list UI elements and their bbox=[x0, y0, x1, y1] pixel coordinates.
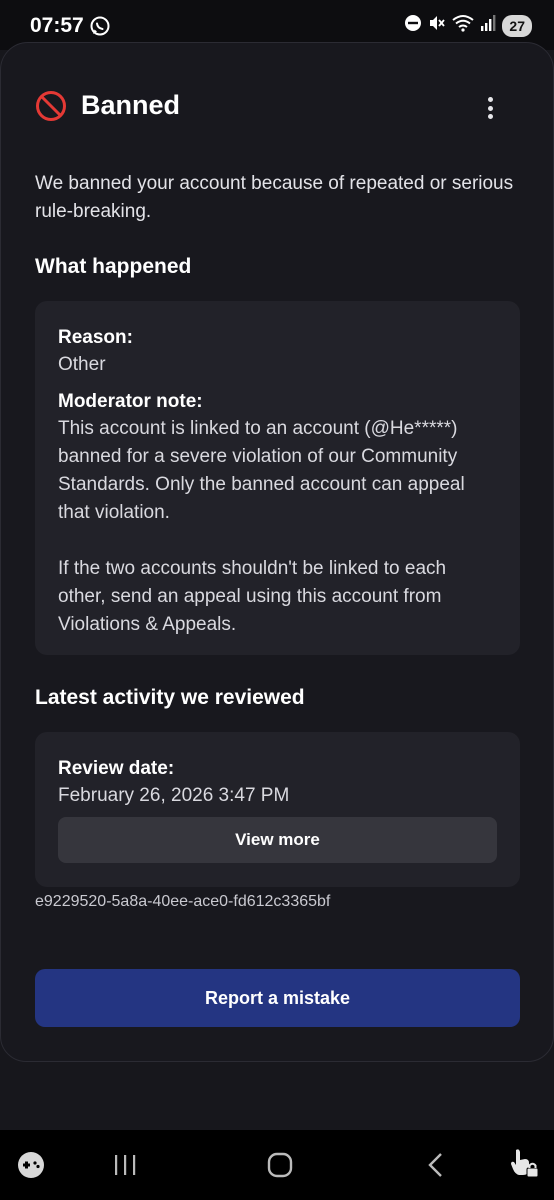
latest-activity-heading: Latest activity we reviewed bbox=[35, 686, 305, 709]
view-more-button[interactable]: View more bbox=[58, 817, 497, 863]
page-title: Banned bbox=[81, 90, 181, 120]
mute-icon bbox=[428, 14, 446, 37]
more-options-button[interactable] bbox=[478, 94, 502, 122]
what-happened-heading: What happened bbox=[35, 255, 192, 278]
wifi-icon bbox=[452, 14, 475, 37]
reason-value: Other bbox=[58, 354, 106, 375]
more-vertical-icon bbox=[487, 97, 493, 102]
review-date-value: February 26, 2026 3:47 PM bbox=[58, 785, 290, 806]
battery-level: 27 bbox=[502, 14, 532, 37]
status-time: 07:57 bbox=[30, 14, 84, 37]
moderator-note-appeal-text: If the two accounts shouldn't be linked … bbox=[58, 558, 447, 635]
navigation-bar bbox=[0, 1130, 554, 1200]
review-date-label: Review date: bbox=[58, 758, 175, 779]
touch-lock-icon[interactable] bbox=[508, 1146, 540, 1185]
ban-icon bbox=[35, 90, 67, 127]
moderator-note-text: This account is linked to an account (@H… bbox=[58, 418, 465, 523]
reference-id: e9229520-5a8a-40ee-ace0-fd612c3365bf bbox=[35, 893, 331, 910]
whatsapp-icon bbox=[89, 15, 111, 42]
status-icons: 27 bbox=[404, 14, 532, 37]
intro-text: We banned your account because of repeat… bbox=[35, 173, 514, 222]
moderator-note-label: Moderator note: bbox=[58, 391, 203, 412]
reason-label: Reason: bbox=[58, 327, 133, 348]
what-happened-card: Reason: Other Moderator note: This accou… bbox=[35, 301, 520, 655]
home-icon[interactable] bbox=[266, 1151, 294, 1184]
signal-icon bbox=[480, 14, 496, 37]
recents-icon[interactable] bbox=[112, 1152, 138, 1183]
game-launcher-icon[interactable] bbox=[16, 1150, 46, 1185]
do-not-disturb-icon bbox=[404, 14, 422, 37]
report-mistake-button[interactable]: Report a mistake bbox=[35, 969, 520, 1027]
latest-activity-card: Review date: February 26, 2026 3:47 PM V… bbox=[35, 732, 520, 887]
back-icon[interactable] bbox=[424, 1151, 448, 1184]
